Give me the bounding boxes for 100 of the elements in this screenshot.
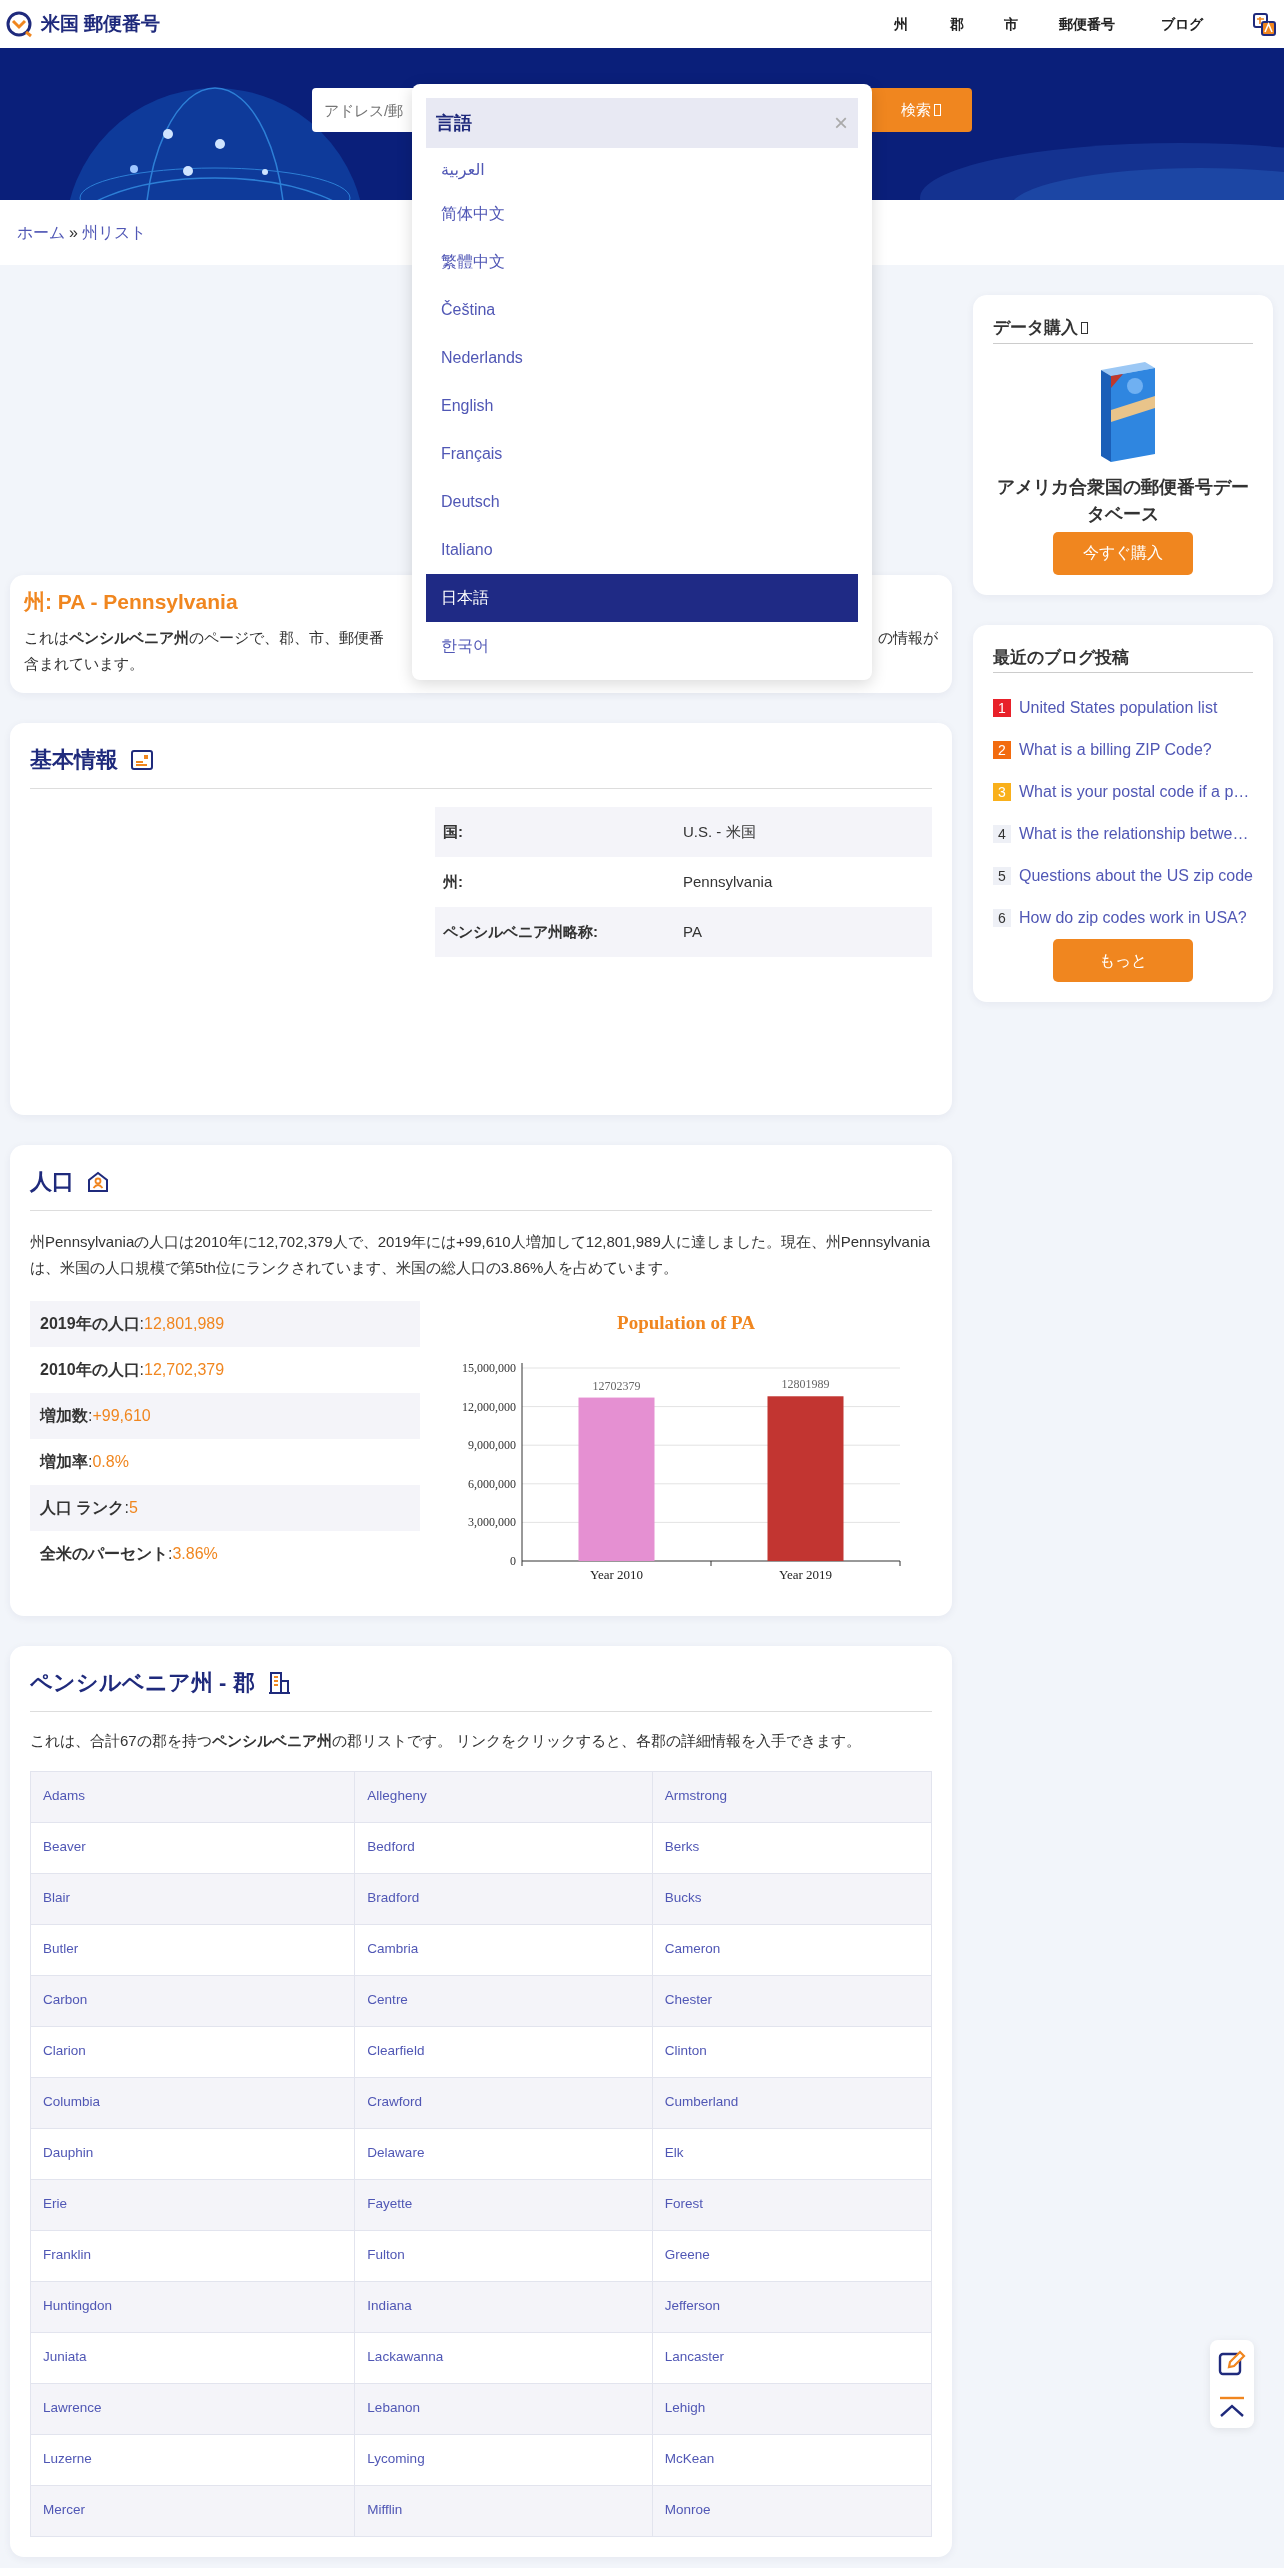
county-link[interactable]: Lancaster — [664, 2349, 724, 2365]
county-link[interactable]: Delaware — [367, 2145, 425, 2161]
blog-post-link[interactable]: What is a billing ZIP Code? — [1019, 738, 1212, 762]
counties-text: これは、合計67の郡を持つペンシルベニア州の郡リストです。 リンクをクリックすると、各郡の詳細情報を入手できます。 — [30, 1731, 862, 1751]
blog-post-link[interactable]: Questions about the US zip code — [1019, 864, 1253, 888]
county-link[interactable]: Lawrence — [43, 2400, 102, 2416]
product-title: アメリカ合衆国の郵便番号データベース — [996, 475, 1250, 526]
language-option[interactable]: 繁體中文 — [426, 238, 858, 286]
county-link[interactable]: Adams — [43, 1788, 86, 1804]
county-link[interactable]: Lackawanna — [367, 2349, 444, 2365]
rank-badge: 3 — [993, 783, 1011, 801]
language-option[interactable]: Čeština — [426, 286, 858, 334]
county-link[interactable]: Indiana — [367, 2298, 412, 2314]
county-link[interactable]: Armstrong — [664, 1788, 727, 1804]
county-link[interactable]: Columbia — [43, 2094, 101, 2110]
county-link[interactable]: Erie — [43, 2196, 67, 2212]
county-link[interactable]: Chester — [664, 1992, 712, 2008]
county-link[interactable]: Centre — [367, 1992, 408, 2008]
id-card-icon — [130, 747, 154, 772]
language-option[interactable]: Italiano — [426, 526, 858, 574]
intro-text: これはペンシルベニア州のページで、郡、市、郵便番 — [24, 628, 384, 648]
blog-post-link[interactable]: What is your postal code if a p… — [1019, 780, 1250, 804]
language-option[interactable]: Français — [426, 430, 858, 478]
edit-icon[interactable] — [1218, 2349, 1246, 2377]
county-link[interactable]: Luzerne — [43, 2451, 92, 2467]
county-link[interactable]: Franklin — [43, 2247, 91, 2263]
county-link[interactable]: Monroe — [664, 2502, 711, 2518]
section-title: 人口 — [30, 1168, 74, 1196]
county-link[interactable]: Jefferson — [664, 2298, 720, 2314]
info-label: ペンシルベニア州略称: — [435, 907, 675, 957]
blog-post-link[interactable]: How do zip codes work in USA? — [1019, 906, 1247, 930]
house-person-icon — [86, 1169, 110, 1194]
county-link[interactable]: Bedford — [367, 1839, 415, 1855]
county-link[interactable]: Crawford — [367, 2094, 423, 2110]
language-option[interactable]: العربية — [426, 150, 858, 190]
nav-link[interactable]: 市 — [1004, 13, 1018, 35]
rank-badge: 4 — [993, 825, 1011, 843]
county-link[interactable]: McKean — [664, 2451, 715, 2467]
breadcrumb-link[interactable]: 州リスト — [81, 220, 146, 245]
x-tick-label: Year 2019 — [778, 1567, 833, 1582]
blog-post-link[interactable]: What is the relationship betwe… — [1019, 822, 1249, 846]
stat-item: 全米のパーセント:3.86% — [39, 1544, 219, 1564]
language-option[interactable]: 한국어 — [426, 622, 858, 670]
county-link[interactable]: Bucks — [664, 1890, 702, 1906]
county-link[interactable]: Mercer — [43, 2502, 85, 2518]
county-link[interactable]: Lebanon — [367, 2400, 420, 2416]
stat-item: 2019年の人口:12,801,989 — [30, 1301, 420, 1347]
county-link[interactable]: Cambria — [367, 1941, 419, 1957]
y-tick-label: 12,000,000 — [462, 1399, 516, 1414]
missing-glyph-icon — [1081, 322, 1088, 334]
county-link[interactable]: Fulton — [367, 2247, 405, 2263]
card-title: データ購入 — [993, 318, 1078, 337]
language-option[interactable]: Nederlands — [426, 334, 858, 382]
translate-icon[interactable] — [1253, 12, 1276, 36]
population-text: 州Pennsylvaniaの人口は2010年に12,702,379人で、2019年には+99,610人増加して12,801,989人に達しました。現在、州Pennsylvaniaは、米国の人口規模で第5th位にランクされています、米国の総人口の3.86%人を占めています。 — [30, 1232, 931, 1278]
county-link[interactable]: Elk — [664, 2145, 684, 2161]
menu-title: 言語 — [436, 111, 472, 135]
blog-post-link[interactable]: United States population list — [1019, 696, 1218, 720]
language-option[interactable]: 简体中文 — [426, 190, 858, 238]
county-link[interactable]: Lycoming — [367, 2451, 425, 2467]
county-link[interactable]: Carbon — [43, 1992, 88, 2008]
back-to-top-icon[interactable] — [1218, 2395, 1246, 2419]
county-link[interactable]: Beaver — [43, 1839, 86, 1855]
county-link[interactable]: Dauphin — [43, 2145, 94, 2161]
county-link[interactable]: Lehigh — [664, 2400, 706, 2416]
rank-badge: 2 — [993, 741, 1011, 759]
stat-item: 増加率:0.8% — [38, 1452, 130, 1472]
county-link[interactable]: Forest — [664, 2196, 703, 2212]
site-logo-text[interactable]: 米国 郵便番号 — [41, 9, 161, 39]
building-icon — [266, 1670, 291, 1695]
logo-icon[interactable] — [6, 10, 33, 38]
nav-link[interactable]: 州 — [894, 13, 908, 35]
county-link[interactable]: Clearfield — [367, 2043, 425, 2059]
county-link[interactable]: Greene — [664, 2247, 710, 2263]
rank-badge: 5 — [993, 867, 1011, 885]
county-link[interactable]: Clinton — [664, 2043, 707, 2059]
county-link[interactable]: Butler — [43, 1941, 79, 1957]
county-link[interactable]: Mifflin — [367, 2502, 403, 2518]
county-link[interactable]: Berks — [664, 1839, 700, 1855]
county-link[interactable]: Bradford — [367, 1890, 420, 1906]
county-link[interactable]: Blair — [43, 1890, 70, 1906]
language-option[interactable]: Deutsch — [426, 478, 858, 526]
language-option[interactable]: English — [426, 382, 858, 430]
nav-link[interactable]: 郡 — [950, 13, 964, 35]
county-link[interactable]: Juniata — [43, 2349, 87, 2365]
y-tick-label: 6,000,000 — [468, 1476, 516, 1491]
county-link[interactable]: Clarion — [43, 2043, 86, 2059]
intro-text: の情報が — [878, 628, 938, 648]
nav-link[interactable]: ブログ — [1161, 13, 1203, 35]
county-link[interactable]: Cumberland — [664, 2094, 739, 2110]
y-tick-label: 0 — [510, 1554, 516, 1568]
rank-badge: 6 — [993, 909, 1011, 927]
county-link[interactable]: Fayette — [367, 2196, 413, 2212]
county-link[interactable]: Huntingdon — [43, 2298, 113, 2314]
chart-title: Population of PA — [617, 1312, 755, 1333]
county-link[interactable]: Cameron — [664, 1941, 721, 1957]
county-link[interactable]: Allegheny — [367, 1788, 427, 1804]
language-option[interactable]: 日本語 — [426, 574, 858, 622]
nav-link[interactable]: 郵便番号 — [1059, 13, 1115, 35]
breadcrumb-link[interactable]: ホーム — [17, 220, 65, 245]
